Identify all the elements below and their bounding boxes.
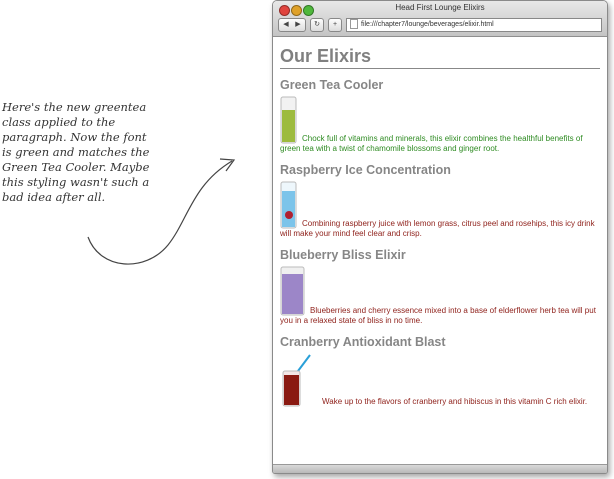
elixir-heading: Green Tea Cooler (280, 78, 384, 92)
reload-button[interactable]: ↻ (310, 18, 324, 32)
raspberry-ice-glass-image (280, 181, 297, 229)
back-forward-group: ◀ ▶ (278, 18, 306, 32)
annotation-line: Here's the new greentea (2, 100, 147, 114)
cranberry-blast-glass-image (282, 354, 311, 407)
elixir-heading: Raspberry Ice Concentration (280, 163, 451, 177)
page-title: Our Elixirs (280, 46, 600, 69)
elixir-description: Combining raspberry juice with lemon gra… (280, 181, 600, 239)
page-icon (350, 19, 358, 30)
annotation-line: paragraph. Now the font (2, 130, 147, 144)
address-bar[interactable]: file:///chapter7/lounge/beverages/elixir… (346, 18, 602, 32)
blueberry-bliss-glass-image (280, 266, 305, 316)
browser-window: Head First Lounge Elixirs ◀ ▶ ↻ + file://… (272, 0, 608, 474)
status-bar (273, 464, 607, 473)
title-bar: Head First Lounge Elixirs ◀ ▶ ↻ + file://… (273, 1, 607, 37)
forward-button[interactable]: ▶ (292, 19, 304, 31)
elixir-heading: Cranberry Antioxidant Blast (280, 335, 446, 349)
annotation-arrow (87, 158, 236, 265)
elixir-description: Wake up to the flavors of cranberry and … (280, 353, 600, 407)
elixir-description: Blueberries and cherry essence mixed int… (280, 266, 600, 326)
browser-toolbar: ◀ ▶ ↻ + file:///chapter7/lounge/beverages… (278, 18, 602, 32)
address-text: file:///chapter7/lounge/beverages/elixir… (361, 21, 494, 28)
annotation-line: class applied to the (2, 115, 116, 129)
elixir-heading: Blueberry Bliss Elixir (280, 248, 406, 262)
back-button[interactable]: ◀ (280, 19, 292, 31)
page-content: Our Elixirs Green Tea Cooler Chock full … (273, 37, 607, 407)
green-tea-glass-image (280, 96, 297, 144)
window-title: Head First Lounge Elixirs (395, 3, 485, 12)
elixir-description: Chock full of vitamins and minerals, thi… (280, 96, 600, 154)
add-bookmark-button[interactable]: + (328, 18, 342, 32)
